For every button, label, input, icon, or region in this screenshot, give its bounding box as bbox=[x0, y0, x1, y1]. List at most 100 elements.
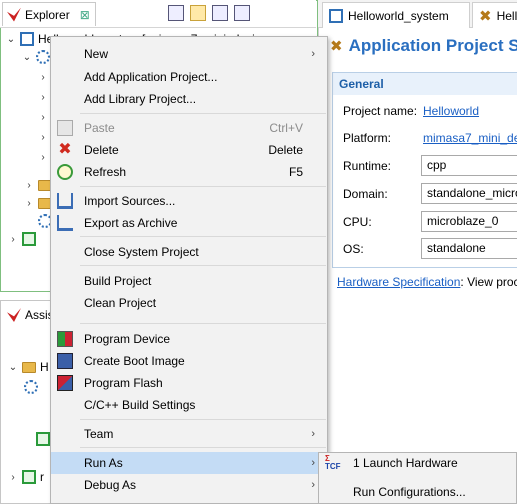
menu-item-new[interactable]: New › bbox=[51, 43, 327, 65]
wrench-icon: ✖ bbox=[330, 38, 343, 55]
menu-separator bbox=[80, 186, 326, 187]
tab-helloworld-system[interactable]: Helloworld_system bbox=[322, 2, 470, 28]
platform-link[interactable]: mimasa7_mini_de bbox=[423, 131, 517, 145]
domain-field[interactable]: standalone_micro bbox=[421, 183, 517, 204]
chevron-right-icon[interactable]: › bbox=[38, 92, 48, 103]
assistant-row[interactable] bbox=[24, 378, 38, 396]
menu-item-paste[interactable]: Paste Ctrl+V bbox=[51, 117, 327, 139]
menu-item-clean-project[interactable]: Clean Project bbox=[51, 292, 327, 314]
hardware-spec-line: Hardware Specification: View proc bbox=[337, 275, 517, 289]
tree-row[interactable]: › bbox=[38, 108, 48, 126]
menu-label: Run As bbox=[84, 456, 123, 470]
assistant-row[interactable]: ⌄ H bbox=[8, 358, 49, 376]
menu-item-build-project[interactable]: Build Project bbox=[51, 270, 327, 292]
chevron-right-icon: › bbox=[311, 428, 315, 440]
os-field[interactable]: standalone bbox=[421, 238, 517, 259]
chevron-right-icon[interactable]: › bbox=[38, 72, 48, 83]
tree-row[interactable]: › bbox=[38, 128, 48, 146]
hardware-spec-link[interactable]: Hardware Specification bbox=[337, 275, 460, 289]
menu-item-program-flash[interactable]: Program Flash bbox=[51, 372, 327, 394]
menu-label: Program Device bbox=[84, 332, 171, 346]
hardware-spec-text: : View proc bbox=[460, 275, 517, 289]
menu-label: New bbox=[84, 47, 109, 61]
tree-row-folder[interactable]: › bbox=[24, 194, 52, 212]
menu-label: C/C++ Build Settings bbox=[84, 398, 196, 412]
system-project-icon bbox=[20, 32, 34, 46]
menu-label: Create Boot Image bbox=[84, 354, 185, 368]
assistant-row[interactable]: › r bbox=[8, 468, 44, 486]
assistant-icon bbox=[7, 308, 21, 322]
tab-label: Hello bbox=[496, 8, 517, 23]
chevron-down-icon[interactable]: ⌄ bbox=[6, 34, 16, 45]
menu-item-team[interactable]: Team › bbox=[51, 423, 327, 445]
assistant-row-label: H bbox=[40, 360, 49, 374]
menu-item-add-application-project[interactable]: Add Application Project... bbox=[51, 66, 327, 88]
menu-item-program-device[interactable]: Program Device bbox=[51, 328, 327, 350]
chevron-right-icon[interactable]: › bbox=[8, 472, 18, 483]
chevron-down-icon[interactable]: ⌄ bbox=[22, 52, 32, 63]
menu-separator bbox=[80, 419, 326, 420]
close-icon[interactable]: ⊠ bbox=[80, 8, 90, 22]
assistant-row[interactable] bbox=[36, 430, 50, 448]
menu-label: Program Flash bbox=[84, 376, 163, 390]
explorer-toolbar bbox=[168, 5, 250, 21]
page-title-text: Application Project Se bbox=[348, 36, 517, 55]
filter-icon[interactable] bbox=[212, 5, 228, 21]
project-icon bbox=[22, 470, 36, 484]
export-icon bbox=[57, 215, 73, 231]
tab-explorer[interactable]: Explorer ⊠ bbox=[2, 2, 96, 26]
tcf-launch-icon: Σ TCF bbox=[325, 454, 341, 471]
menu-label: Paste bbox=[84, 121, 115, 135]
menu-label: Build Project bbox=[84, 274, 152, 288]
tree-row[interactable]: ⌄ bbox=[22, 48, 50, 66]
menu-label: Team bbox=[84, 427, 114, 441]
cpu-field[interactable]: microblaze_0 bbox=[421, 211, 517, 232]
debug-icon bbox=[36, 432, 50, 446]
menu-label: Add Library Project... bbox=[84, 92, 197, 106]
tree-row-folder[interactable]: › bbox=[24, 176, 52, 194]
cpu-label: CPU: bbox=[343, 215, 372, 229]
chevron-down-icon[interactable]: ⌄ bbox=[8, 362, 18, 373]
section-header: General bbox=[333, 73, 517, 95]
system-project-icon bbox=[329, 8, 343, 23]
project-name-link[interactable]: Helloworld bbox=[423, 104, 479, 118]
tree-row-project[interactable]: › bbox=[8, 230, 36, 248]
menu-item-debug-as[interactable]: Debug As › bbox=[51, 474, 327, 496]
chevron-right-icon[interactable]: › bbox=[38, 112, 48, 123]
folder-icon bbox=[22, 361, 36, 373]
menu-shortcut: Delete bbox=[268, 143, 303, 157]
tree-row[interactable]: › bbox=[38, 68, 48, 86]
menu-item-export-archive[interactable]: Export as Archive bbox=[51, 212, 327, 234]
menu-separator bbox=[80, 447, 326, 448]
link-editor-icon[interactable] bbox=[190, 5, 206, 21]
submenu-item-launch-hardware[interactable]: Σ TCF 1 Launch Hardware bbox=[319, 452, 517, 474]
tab-helloworld[interactable]: ✖ Hello bbox=[472, 2, 517, 28]
menu-item-build-settings[interactable]: C/C++ Build Settings bbox=[51, 394, 327, 416]
collapse-all-icon[interactable] bbox=[168, 5, 184, 21]
menu-item-create-boot-image[interactable]: Create Boot Image bbox=[51, 350, 327, 372]
menu-item-import-sources[interactable]: Import Sources... bbox=[51, 190, 327, 212]
domain-label: Domain: bbox=[343, 187, 388, 201]
project-icon bbox=[22, 232, 36, 246]
menu-item-delete[interactable]: ✖ Delete Delete bbox=[51, 139, 327, 161]
menu-label: Import Sources... bbox=[84, 194, 176, 208]
chevron-right-icon[interactable]: › bbox=[24, 198, 34, 209]
tree-row[interactable]: › bbox=[38, 148, 48, 166]
tree-row[interactable]: › bbox=[38, 88, 48, 106]
menu-item-close-system-project[interactable]: Close System Project bbox=[51, 241, 327, 263]
chevron-right-icon: › bbox=[311, 457, 315, 469]
boot-image-icon bbox=[57, 353, 73, 369]
menu-item-refresh[interactable]: Refresh F5 bbox=[51, 161, 327, 183]
chevron-right-icon[interactable]: › bbox=[38, 152, 48, 163]
menu-label: Delete bbox=[84, 143, 119, 157]
project-name-label: Project name: bbox=[343, 104, 418, 118]
menu-item-add-library-project[interactable]: Add Library Project... bbox=[51, 88, 327, 110]
chevron-right-icon[interactable]: › bbox=[24, 180, 34, 191]
page-title: ✖ Application Project Se bbox=[330, 36, 517, 56]
runtime-field[interactable]: cpp bbox=[421, 155, 517, 176]
view-menu-icon[interactable] bbox=[234, 5, 250, 21]
submenu-item-run-configurations[interactable]: Run Configurations... bbox=[319, 481, 517, 503]
chevron-right-icon[interactable]: › bbox=[8, 234, 18, 245]
chevron-right-icon[interactable]: › bbox=[38, 132, 48, 143]
menu-item-run-as[interactable]: Run As › bbox=[51, 452, 327, 474]
